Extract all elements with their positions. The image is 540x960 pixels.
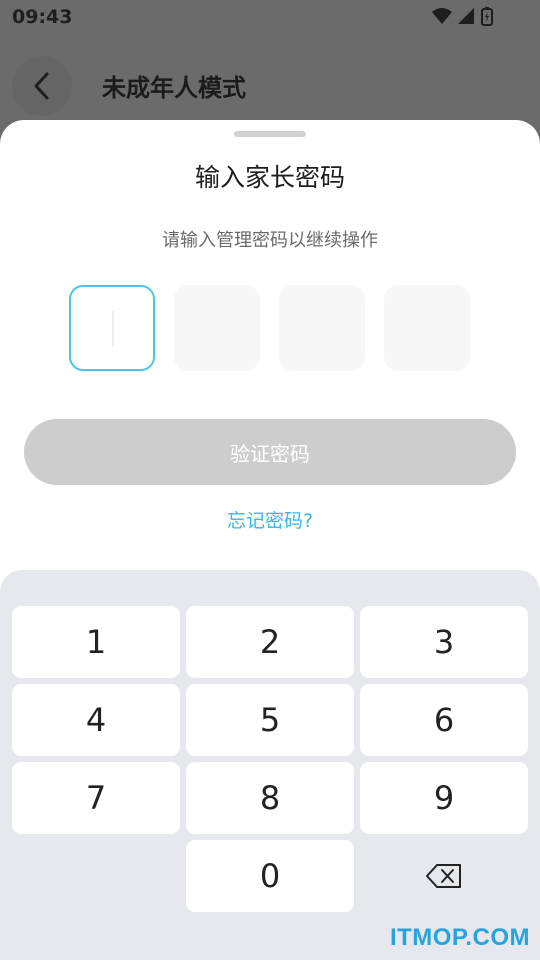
background-header: 未成年人模式 <box>0 36 540 126</box>
watermark-logo: ITMOP.COM <box>389 924 530 951</box>
drag-handle[interactable] <box>234 131 306 137</box>
key-2[interactable]: 2 <box>186 606 354 678</box>
pin-digit-2[interactable] <box>174 285 260 371</box>
key-3[interactable]: 3 <box>360 606 528 678</box>
pin-digit-3[interactable] <box>279 285 365 371</box>
pin-digit-4[interactable] <box>384 285 470 371</box>
pin-digit-1[interactable] <box>69 285 155 371</box>
verify-password-button[interactable]: 验证密码 <box>24 419 516 485</box>
key-0[interactable]: 0 <box>186 840 354 912</box>
key-5[interactable]: 5 <box>186 684 354 756</box>
sheet-title: 输入家长密码 <box>194 163 345 192</box>
signal-icon <box>458 8 474 24</box>
key-9[interactable]: 9 <box>360 762 528 834</box>
text-cursor <box>112 311 114 347</box>
key-6[interactable]: 6 <box>360 684 528 756</box>
password-sheet: 输入家长密码 请输入管理密码以继续操作 验证密码 忘记密码? 1 2 3 4 5… <box>0 120 540 960</box>
status-bar: 09:43 <box>0 0 540 36</box>
backspace-key[interactable] <box>360 840 528 912</box>
key-8[interactable]: 8 <box>186 762 354 834</box>
key-4[interactable]: 4 <box>12 684 180 756</box>
chevron-left-icon <box>34 72 49 100</box>
page-title: 未成年人模式 <box>102 74 246 102</box>
status-icons <box>430 6 500 28</box>
wifi-icon <box>432 8 452 24</box>
back-button[interactable] <box>12 56 72 116</box>
status-time: 09:43 <box>12 6 73 28</box>
key-7[interactable]: 7 <box>12 762 180 834</box>
numeric-keypad: 1 2 3 4 5 6 7 8 9 0 <box>0 570 540 960</box>
sheet-subtitle: 请输入管理密码以继续操作 <box>162 230 378 251</box>
backspace-icon <box>426 864 461 888</box>
battery-icon <box>481 7 493 26</box>
forgot-password-link[interactable]: 忘记密码? <box>0 506 540 533</box>
key-1[interactable]: 1 <box>12 606 180 678</box>
